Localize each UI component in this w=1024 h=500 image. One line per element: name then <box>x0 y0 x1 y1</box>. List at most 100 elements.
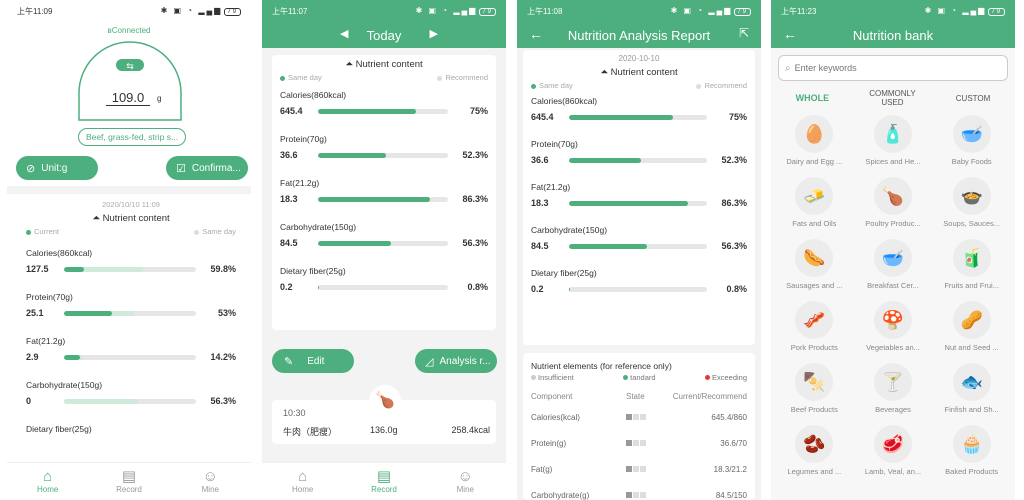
category-item[interactable]: 🐟 Finfish and Sh... <box>932 363 1011 414</box>
nutrient-percent: 52.3% <box>462 150 488 160</box>
page-title: Today <box>366 27 402 43</box>
nutrient-label: Calories(860kcal) <box>531 96 598 106</box>
tab-home[interactable]: ⌂ Home <box>262 463 343 500</box>
nutrient-progress-bar <box>318 196 448 202</box>
status-time: 上午11:23 <box>781 6 817 16</box>
nutrient-row: Calories(860kcal) 645.4 75% <box>523 96 755 122</box>
category-item[interactable]: 🥩 Lamb, Veal, an... <box>854 425 933 476</box>
unit-button[interactable]: ⊘ Unit:g <box>16 156 98 180</box>
edit-button[interactable]: ✎ Edit <box>272 349 354 373</box>
nutrient-progress-bar <box>64 266 196 272</box>
category-icon: 🧈 <box>795 177 834 215</box>
nutrient-value: 645.4 <box>531 112 554 122</box>
header: 上午11:07 ✱ ▣ ◔ ▂▄▆ 79 ◀ Today ▶ <box>262 0 506 48</box>
share-icon[interactable]: ⇱ <box>739 26 749 40</box>
nutrient-row: Fat(21.2g) 18.3 86.3% <box>523 182 755 208</box>
state-indicator <box>626 413 666 422</box>
nutrient-percent: 56.3% <box>210 396 236 406</box>
category-label: Beverages <box>875 405 911 414</box>
category-item[interactable]: 🥜 Nut and Seed ... <box>932 301 1011 352</box>
page-title: Nutrition Analysis Report <box>567 27 711 43</box>
category-item[interactable]: 🥓 Pork Products <box>775 301 854 352</box>
entry-weight: 136.0g <box>370 425 398 435</box>
category-grid: 🥚 Dairy and Egg ... 🧴 Spices and He... 🥣 Baby… <box>771 109 1015 476</box>
battery-icon: 79 <box>224 8 241 16</box>
food-name-chip[interactable]: Beef, grass-fed, strip s... <box>78 128 186 146</box>
nutrient-label: Dietary fiber(25g) <box>280 266 346 276</box>
status-bar: 上午11:08 ✱ ▣ ◔ ▂▄▆ 79 <box>517 0 761 22</box>
tab-record[interactable]: ▤ Record <box>343 463 424 500</box>
category-item[interactable]: 🍄 Vegetables an... <box>854 301 933 352</box>
category-item[interactable]: 🍲 Soups, Sauces... <box>932 177 1011 228</box>
table-row: Protein(g) 36.6/70 <box>523 430 755 456</box>
search-input[interactable] <box>794 63 985 73</box>
status-bar: 上午11:23 ✱ ▣ ◔ ▂▄▆ 79 <box>771 0 1015 22</box>
category-icon: 🥜 <box>952 301 991 339</box>
category-item[interactable]: 🍗 Poultry Produc... <box>854 177 933 228</box>
entry-food: 牛肉（肥瘦） <box>283 427 338 437</box>
nutrient-value: 84.5 <box>280 238 298 248</box>
tab-home[interactable]: ⌂ Home <box>7 463 88 500</box>
nutrient-value: 0.2 <box>280 282 293 292</box>
nutrient-row: Fat(21.2g) 18.3 86.3% <box>272 178 496 204</box>
back-arrow-icon[interactable]: ← <box>783 26 797 42</box>
nutrient-percent: 75% <box>728 112 747 122</box>
legend: Same day Recommend <box>523 78 755 90</box>
back-arrow-icon[interactable]: ← <box>529 26 543 42</box>
current-recommend: 84.5/150 <box>715 490 747 500</box>
tab-custom[interactable]: CUSTOM <box>956 94 991 103</box>
table-row: Carbohydrate(g) 84.5/150 <box>523 482 755 500</box>
nutrient-progress-bar <box>64 354 196 360</box>
category-item[interactable]: 🌭 Sausages and ... <box>775 239 854 290</box>
category-label: Breakfast Cer... <box>867 281 919 290</box>
next-day-icon[interactable]: ▶ <box>430 27 438 40</box>
component-name: Carbohydrate(g) <box>531 490 590 500</box>
header: 上午11:08 ✱ ▣ ◔ ▂▄▆ 79 ← Nutrition Analysis… <box>517 0 761 48</box>
elements-table: Calories(kcal) 645.4/860 Protein(g) 36.6/70… <box>523 404 755 500</box>
nutrient-progress-bar <box>64 310 196 316</box>
category-icon: 🥚 <box>795 115 834 153</box>
category-label: Dairy and Egg ... <box>786 157 843 166</box>
mine-icon: ☺ <box>457 468 473 485</box>
search-box[interactable]: ⌕ <box>778 55 1008 81</box>
nutrient-label: Protein(70g) <box>531 139 578 149</box>
nutrient-value: 0 <box>26 396 32 406</box>
category-item[interactable]: 🧁 Baked Products <box>932 425 1011 476</box>
category-icon: 🥣 <box>952 115 991 153</box>
category-item[interactable]: 🥚 Dairy and Egg ... <box>775 115 854 166</box>
report-screen: 上午11:08 ✱ ▣ ◔ ▂▄▆ 79 ← Nutrition Analysis… <box>517 0 761 500</box>
tab-whole[interactable]: WHOLE <box>796 93 830 103</box>
nutrient-progress-bar <box>318 108 448 114</box>
nutrient-row: Calories(860kcal) 127.5 59.8% <box>18 248 244 274</box>
category-label: Baked Products <box>945 467 999 476</box>
component-name: Protein(g) <box>531 438 567 448</box>
category-item[interactable]: 🥣 Baby Foods <box>932 115 1011 166</box>
category-item[interactable]: 🧃 Fruits and Frui... <box>932 239 1011 290</box>
prev-day-icon[interactable]: ◀ <box>340 27 348 40</box>
category-item[interactable]: 🫘 Legumes and ... <box>775 425 854 476</box>
progress-fill <box>318 152 386 158</box>
category-item[interactable]: 🧈 Fats and Oils <box>775 177 854 228</box>
category-item[interactable]: 🧴 Spices and He... <box>854 115 933 166</box>
page-title: Nutrition bank <box>852 27 934 43</box>
nutrient-progress-bar <box>569 286 707 292</box>
category-icon: 🫘 <box>795 425 834 463</box>
tab-mine[interactable]: ☺ Mine <box>170 463 251 500</box>
nutrient-card: 2020-10-10 ⏶ Nutrient content Same day R… <box>523 50 755 345</box>
tab-record[interactable]: ▤ Record <box>88 463 169 500</box>
analysis-report-button[interactable]: ◿ Analysis r... <box>415 349 497 373</box>
svg-text:⇆: ⇆ <box>126 62 134 72</box>
nutrient-progress-bar <box>64 398 196 404</box>
tab-commonly-used[interactable]: COMMONLY USED <box>866 89 918 107</box>
nutrient-card: ⏶ Nutrient content Same day Recommend Ca… <box>272 55 496 330</box>
category-item[interactable]: 🥣 Breakfast Cer... <box>854 239 933 290</box>
category-item[interactable]: 🍸 Beverages <box>854 363 933 414</box>
category-item[interactable]: 🍢 Beef Products <box>775 363 854 414</box>
tab-mine[interactable]: ☺ Mine <box>425 463 506 500</box>
category-icon: 🍗 <box>873 177 912 215</box>
confirm-button[interactable]: ☑ Confirma... <box>166 156 248 180</box>
progress-fill <box>318 240 392 246</box>
category-label: Vegetables an... <box>866 343 920 352</box>
scale-icon: ⏶ <box>345 59 356 70</box>
table-row: Calories(kcal) 645.4/860 <box>523 404 755 430</box>
